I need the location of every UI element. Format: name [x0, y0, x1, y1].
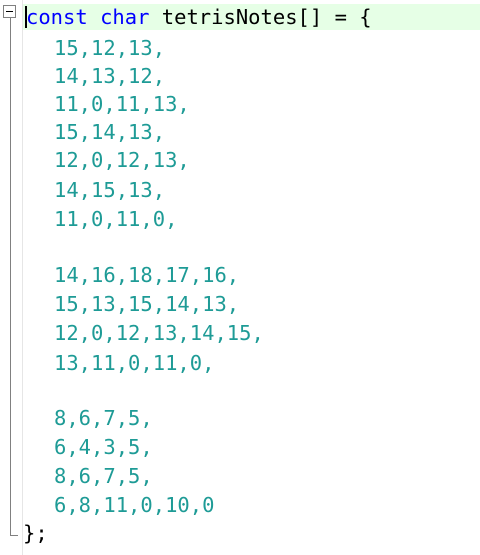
- code-line[interactable]: 6,4,3,5,: [54, 434, 153, 460]
- code-line[interactable]: 11,0,11,0,: [54, 206, 177, 232]
- code-line[interactable]: 14,16,18,17,16,: [54, 262, 239, 288]
- declaration-line[interactable]: const char tetrisNotes[] = {: [26, 4, 372, 30]
- fold-collapse-icon[interactable]: [3, 5, 16, 18]
- array-declaration: tetrisNotes[] = {: [161, 5, 372, 29]
- code-line[interactable]: 14,13,12,: [54, 63, 165, 89]
- fold-guide-line: [10, 18, 11, 536]
- code-line[interactable]: 13,11,0,11,0,: [54, 350, 214, 376]
- gutter-divider: [22, 0, 23, 555]
- code-line[interactable]: 8,6,7,5,: [54, 405, 153, 431]
- code-line[interactable]: 6,8,11,0,10,0: [54, 492, 214, 518]
- code-line[interactable]: 12,0,12,13,: [54, 147, 190, 173]
- code-line[interactable]: 15,14,13,: [54, 119, 165, 145]
- code-line[interactable]: 8,6,7,5,: [54, 463, 153, 489]
- keyword-char: char: [100, 5, 150, 29]
- closing-brace-line[interactable]: };: [23, 520, 48, 546]
- code-line[interactable]: 11,0,11,13,: [54, 91, 190, 117]
- code-editor[interactable]: const char tetrisNotes[] = { 15,12,13, 1…: [0, 0, 480, 555]
- code-line[interactable]: 14,15,13,: [54, 177, 165, 203]
- code-line[interactable]: 12,0,12,13,14,15,: [54, 320, 264, 346]
- fold-end-marker: [10, 535, 18, 536]
- code-line[interactable]: 15,13,15,14,13,: [54, 291, 239, 317]
- fold-gutter: [0, 0, 22, 555]
- text-caret: [25, 6, 27, 28]
- keyword-const: const: [26, 5, 88, 29]
- code-line[interactable]: 15,12,13,: [54, 35, 165, 61]
